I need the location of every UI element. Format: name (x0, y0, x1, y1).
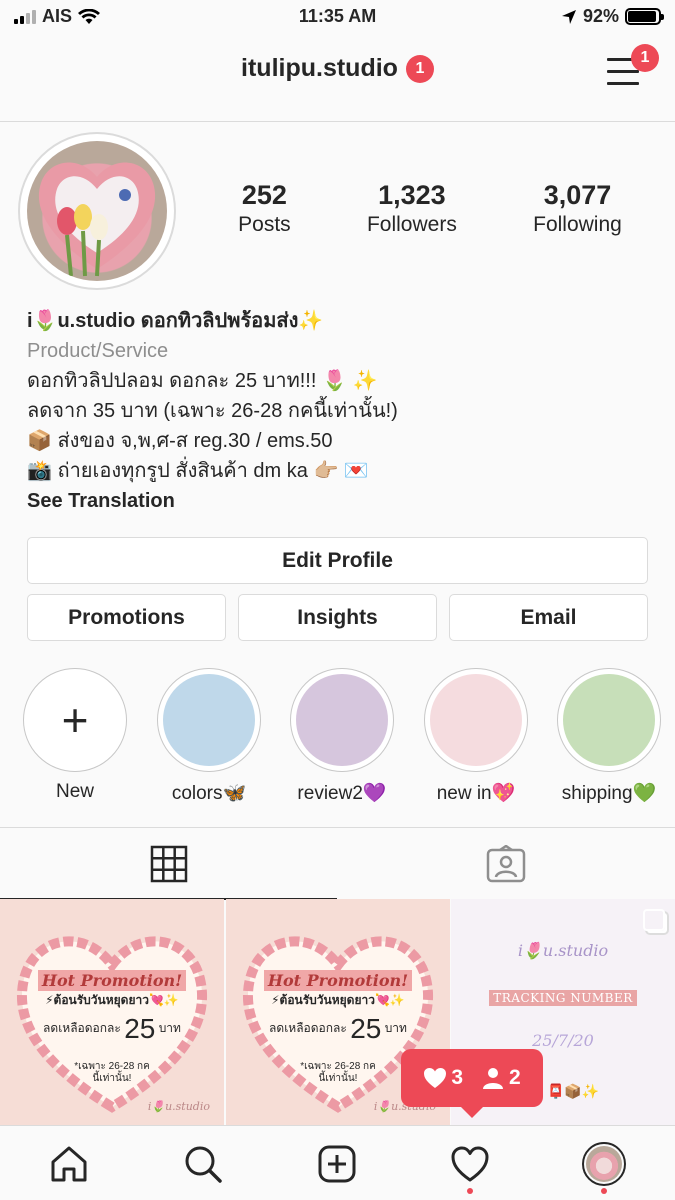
highlight-review2[interactable]: review2💜 (289, 668, 395, 805)
tracking-title: TRACKING NUMBER (451, 990, 675, 1006)
insights-button[interactable]: Insights (238, 594, 437, 641)
avatar-image (27, 141, 167, 281)
plus-icon: + (61, 694, 89, 746)
activity-dot (467, 1188, 473, 1194)
display-name: i🌷u.studio ดอกทิวลิปพร้อมส่ง✨ (27, 310, 324, 332)
bottom-tab-bar (0, 1125, 675, 1200)
highlight-cover (296, 674, 388, 766)
menu-line (607, 70, 639, 73)
bio-line: 📦 ส่งของ จ,พ,ศ-ส reg.30 / ems.50 (27, 430, 333, 452)
email-button[interactable]: Email (449, 594, 648, 641)
likes-count: 3 (423, 1066, 463, 1090)
see-translation-link[interactable]: See Translation (27, 486, 657, 516)
promo-note: *เฉพาะ 26-28 กค นี้เท่านั้น! (74, 1061, 150, 1084)
tracking-footer-icons: 📮📦✨ (547, 1083, 600, 1099)
location-arrow-icon (561, 9, 576, 24)
menu-button[interactable]: 1 (607, 44, 659, 86)
profile-header: itulipu.studio 1 1 (0, 36, 675, 122)
bio-line: 📸 ถ่ายเองทุกรูป สั่งสินค้า dm ka 👉🏼 💌 (27, 460, 369, 482)
follows-count: 2 (481, 1066, 521, 1090)
activity-notification-bubble[interactable]: 3 2 (401, 1049, 543, 1118)
promo-title: Hot Promotion! (226, 970, 450, 991)
tracking-date: 25/7/20 (532, 1031, 594, 1050)
battery-percent: 92% (582, 6, 619, 26)
posts-grid: Hot Promotion! ⚡ต้อนรับวันหยุดยาว💘✨ ลดเห… (0, 899, 675, 1125)
promo-subtitle: ⚡ต้อนรับวันหยุดยาว💘✨ (271, 993, 405, 1007)
stat-value: 3,077 (543, 180, 612, 210)
stat-value: 1,323 (378, 180, 446, 210)
stat-followers[interactable]: 1,323 Followers (367, 180, 457, 237)
bio-line: ดอกทิวลิปปลอม ดอกละ 25 บาท!!! 🌷 ✨ (27, 370, 378, 392)
tab-activity[interactable] (448, 1142, 492, 1194)
stat-label: Following (533, 213, 622, 236)
menu-line (607, 82, 639, 85)
stat-value: 252 (241, 180, 287, 210)
highlight-ring (157, 668, 261, 772)
highlight-cover (163, 674, 255, 766)
heart-icon (424, 1068, 447, 1088)
highlight-ring (424, 668, 528, 772)
bio-line: ลดจาก 35 บาท (เฉพาะ 26-28 กคนี้เท่านั้น!… (27, 400, 398, 422)
highlight-new[interactable]: + New (22, 668, 128, 803)
highlight-cover (563, 674, 655, 766)
username[interactable]: itulipu.studio (241, 54, 398, 83)
highlight-label: new in💖 (436, 783, 516, 804)
status-bar: AIS 11:35 AM 92% (0, 0, 675, 36)
story-highlights: + New colors🦋 review2💜 new in💖 shipping💚 (0, 668, 675, 808)
heart-mirror-image (38, 162, 156, 277)
tab-tagged[interactable] (337, 828, 674, 900)
stat-following[interactable]: 3,077 Following (533, 180, 622, 237)
home-icon (51, 1146, 87, 1182)
tagged-person-icon (486, 845, 525, 883)
promo-title: Hot Promotion! (0, 970, 224, 991)
tab-new-post[interactable] (315, 1142, 359, 1186)
tab-search[interactable] (181, 1142, 225, 1186)
highlight-label: shipping💚 (561, 783, 657, 804)
account-switcher[interactable]: itulipu.studio 1 (0, 54, 675, 83)
stat-label: Posts (238, 213, 291, 236)
highlight-cover (430, 674, 522, 766)
add-post-icon (318, 1145, 356, 1183)
battery-info: 92% (561, 6, 664, 27)
highlight-label: review2💜 (297, 783, 387, 804)
promo-price: ลดเหลือดอกละ 25 บาท (269, 1013, 407, 1044)
highlight-shipping[interactable]: shipping💚 (556, 668, 662, 805)
watermark: i🌷u.studio (147, 1100, 210, 1113)
profile-avatar[interactable] (18, 132, 176, 290)
account-notification-badge: 1 (405, 54, 434, 83)
promo-price: ลดเหลือดอกละ 25 บาท (43, 1013, 181, 1044)
battery-fill (628, 11, 656, 22)
highlight-label: colors🦋 (171, 783, 247, 804)
highlight-ring: + (23, 668, 127, 772)
highlight-ring (290, 668, 394, 772)
grid-icon (150, 845, 187, 883)
post-thumbnail[interactable]: Hot Promotion! ⚡ต้อนรับวันหยุดยาว💘✨ ลดเห… (0, 899, 224, 1125)
promotions-button[interactable]: Promotions (27, 594, 226, 641)
profile-avatar-icon (582, 1142, 626, 1186)
highlight-label: New (55, 781, 94, 802)
edit-profile-button[interactable]: Edit Profile (27, 537, 648, 584)
tab-grid[interactable] (0, 828, 337, 900)
highlight-new-in[interactable]: new in💖 (423, 668, 529, 805)
person-icon (483, 1068, 503, 1089)
search-icon (185, 1146, 222, 1183)
menu-notification-badge: 1 (631, 44, 659, 72)
tracking-brand: i🌷u.studio (517, 941, 609, 960)
heart-icon (451, 1146, 489, 1182)
stat-label: Followers (366, 213, 457, 236)
profile-stats: 252 Posts 1,323 Followers 3,077 Followin… (200, 180, 660, 237)
promo-subtitle: ⚡ต้อนรับวันหยุดยาว💘✨ (45, 993, 179, 1007)
tab-home[interactable] (47, 1142, 91, 1186)
stat-posts[interactable]: 252 Posts (238, 180, 291, 237)
tab-profile[interactable] (582, 1142, 626, 1194)
profile-dot (601, 1188, 607, 1194)
carousel-icon (643, 909, 665, 931)
highlight-colors[interactable]: colors🦋 (156, 668, 262, 805)
profile-bio: i🌷u.studio ดอกทิวลิปพร้อมส่ง✨ Product/Se… (27, 306, 657, 516)
battery-icon (625, 8, 664, 25)
category-label: Product/Service (27, 340, 169, 362)
highlight-ring (557, 668, 661, 772)
profile-tabs (0, 827, 675, 900)
